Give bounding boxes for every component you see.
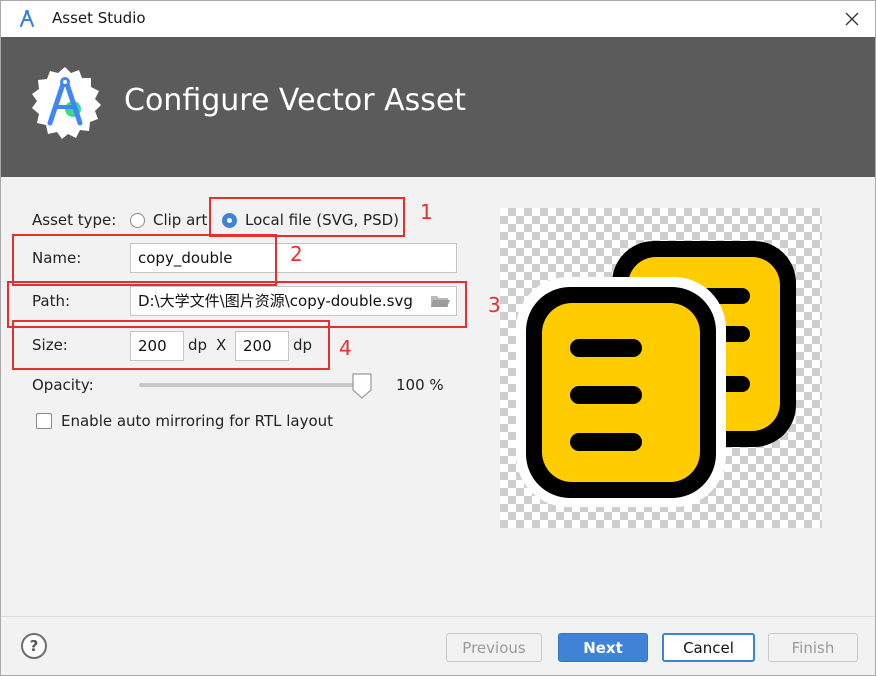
- help-button[interactable]: ?: [21, 633, 47, 659]
- window-title: Asset Studio: [52, 9, 146, 27]
- footer-separator: [1, 616, 875, 617]
- opacity-slider-thumb[interactable]: [351, 373, 373, 399]
- opacity-value: 100 %: [396, 376, 444, 394]
- asset-studio-window: Asset Studio Configure Vector Asset Asse…: [0, 0, 876, 676]
- android-studio-icon: [19, 9, 35, 28]
- opacity-label: Opacity:: [32, 376, 94, 394]
- annotation-box-2: [12, 234, 277, 286]
- annotation-number-3: 3: [488, 293, 501, 317]
- annotation-box-4: [12, 320, 330, 370]
- annotation-number-1: 1: [420, 200, 433, 224]
- previous-button[interactable]: Previous: [446, 633, 542, 662]
- rtl-mirroring-label[interactable]: Enable auto mirroring for RTL layout: [61, 412, 333, 430]
- cancel-button[interactable]: Cancel: [662, 633, 755, 662]
- copy-double-icon: [516, 241, 796, 507]
- annotation-box-1: [209, 197, 405, 237]
- header-banner: Configure Vector Asset: [1, 37, 875, 177]
- finish-button[interactable]: Finish: [768, 633, 858, 662]
- radio-clip-art[interactable]: [130, 213, 145, 228]
- annotation-number-2: 2: [290, 242, 303, 266]
- radio-clip-art-label[interactable]: Clip art: [153, 211, 207, 229]
- asset-type-label: Asset type:: [32, 211, 117, 229]
- android-studio-logo: [32, 67, 101, 139]
- page-title: Configure Vector Asset: [124, 83, 467, 118]
- annotation-number-4: 4: [339, 336, 352, 360]
- title-bar: Asset Studio: [1, 1, 875, 37]
- rtl-mirroring-checkbox[interactable]: [36, 413, 52, 429]
- close-icon: [845, 12, 859, 26]
- close-button[interactable]: [829, 1, 875, 37]
- next-button[interactable]: Next: [558, 633, 648, 662]
- vector-preview: [500, 208, 822, 528]
- opacity-slider-track[interactable]: [139, 383, 361, 387]
